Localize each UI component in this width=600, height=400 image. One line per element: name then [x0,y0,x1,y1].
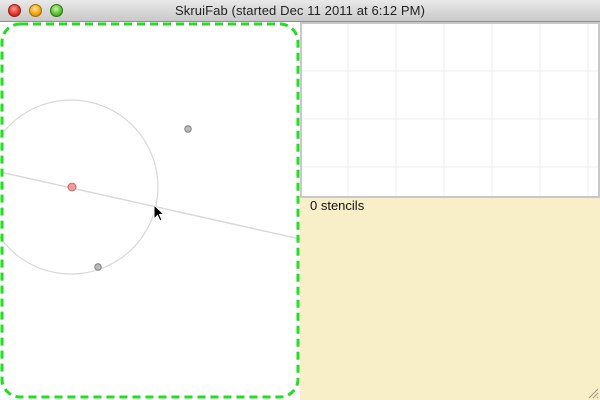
selection-outline [0,22,300,399]
grid-lines [302,24,598,196]
drawing-canvas[interactable] [0,22,300,400]
resize-grip-icon[interactable] [587,387,599,399]
construction-line[interactable] [0,171,300,240]
construction-circle[interactable] [0,99,159,275]
stencil-info-panel: 0 stencils [300,198,600,400]
window-title: SkruiFab (started Dec 11 2011 at 6:12 PM… [174,3,425,18]
handle-point[interactable] [184,125,192,133]
center-point[interactable] [67,182,77,192]
stencil-count-label: 0 stencils [310,198,365,213]
stencil-grid-panel[interactable] [300,22,600,198]
handle-point[interactable] [94,263,102,271]
app-window: SkruiFab (started Dec 11 2011 at 6:12 PM… [0,0,600,400]
title-bar[interactable]: SkruiFab (started Dec 11 2011 at 6:12 PM… [0,0,600,22]
